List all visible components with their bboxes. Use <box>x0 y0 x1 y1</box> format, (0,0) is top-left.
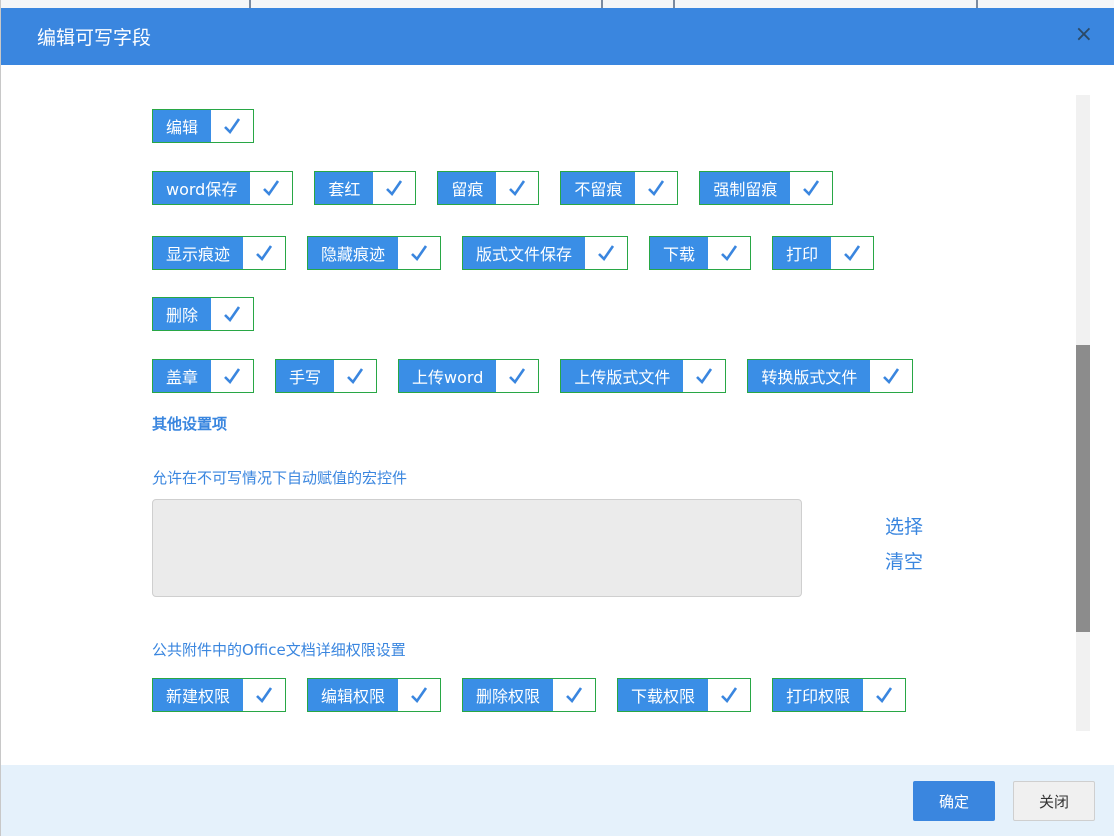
checkbox-label: 显示痕迹 <box>153 237 244 269</box>
close-button[interactable]: 关闭 <box>1013 781 1095 821</box>
checkbox-label: 删除权限 <box>463 679 554 711</box>
dialog-footer: 确定 关闭 <box>1 765 1114 836</box>
checkbox-label: 打印 <box>773 237 832 269</box>
checkbox-label: 打印权限 <box>773 679 864 711</box>
check-icon <box>211 298 254 330</box>
checkbox-row-1: 编辑 <box>152 109 255 143</box>
checkbox-seal[interactable]: 盖章 <box>152 359 255 393</box>
check-icon <box>243 679 286 711</box>
checkbox-delete-permission[interactable]: 删除权限 <box>462 678 597 712</box>
checkbox-label: 隐藏痕迹 <box>308 237 399 269</box>
checkbox-print[interactable]: 打印 <box>772 236 875 270</box>
dialog-header: 编辑可写字段 × <box>1 8 1114 65</box>
checkbox-label: 上传版式文件 <box>561 360 684 392</box>
checkbox-label: 下载权限 <box>618 679 709 711</box>
office-permission-label: 公共附件中的Office文档详细权限设置 <box>152 641 406 659</box>
checkbox-label: 盖章 <box>153 360 212 392</box>
checkbox-edit-permission[interactable]: 编辑权限 <box>307 678 442 712</box>
close-icon[interactable]: × <box>1075 24 1093 46</box>
confirm-button[interactable]: 确定 <box>913 781 995 821</box>
check-icon <box>250 172 293 204</box>
checkbox-row-2: word保存 套红 留痕 不留痕 强制留痕 <box>152 171 834 205</box>
scrollbar-thumb[interactable] <box>1076 345 1090 632</box>
dialog-body: 编辑 word保存 套红 留痕 不留痕 强制留痕 显示痕迹 隐藏痕迹 版式文件保… <box>1 65 1114 765</box>
clear-link[interactable]: 清空 <box>885 547 923 574</box>
checkbox-upload-word[interactable]: 上传word <box>398 359 540 393</box>
check-icon <box>553 679 596 711</box>
edit-writable-fields-dialog: 编辑可写字段 × 编辑 word保存 套红 留痕 不留痕 强制留痕 显示痕迹 隐… <box>0 0 1114 836</box>
checkbox-label: 强制留痕 <box>700 172 791 204</box>
checkbox-red-header[interactable]: 套红 <box>314 171 417 205</box>
checkbox-label: 编辑权限 <box>308 679 399 711</box>
checkbox-hide-trace[interactable]: 隐藏痕迹 <box>307 236 442 270</box>
checkbox-label: 留痕 <box>438 172 497 204</box>
macro-control-label: 允许在不可写情况下自动赋值的宏控件 <box>152 469 408 487</box>
checkbox-new-permission[interactable]: 新建权限 <box>152 678 287 712</box>
check-icon <box>398 237 441 269</box>
checkbox-delete[interactable]: 删除 <box>152 297 255 331</box>
check-icon <box>708 237 751 269</box>
checkbox-keep-trace[interactable]: 留痕 <box>437 171 540 205</box>
check-icon <box>708 679 751 711</box>
background-strip <box>1 0 1114 8</box>
checkbox-row-3: 显示痕迹 隐藏痕迹 版式文件保存 下载 打印 <box>152 236 875 270</box>
checkbox-handwrite[interactable]: 手写 <box>275 359 378 393</box>
check-icon <box>373 172 416 204</box>
checkbox-label: 不留痕 <box>561 172 636 204</box>
check-icon <box>496 360 539 392</box>
checkbox-label: 上传word <box>399 360 497 392</box>
checkbox-edit[interactable]: 编辑 <box>152 109 255 143</box>
check-icon <box>211 360 254 392</box>
checkbox-word-save[interactable]: word保存 <box>152 171 294 205</box>
check-icon <box>863 679 906 711</box>
check-icon <box>496 172 539 204</box>
checkbox-label: 转换版式文件 <box>748 360 871 392</box>
checkbox-label: 编辑 <box>153 110 212 142</box>
check-icon <box>683 360 726 392</box>
check-icon <box>790 172 833 204</box>
checkbox-label: 下载 <box>650 237 709 269</box>
check-icon <box>398 679 441 711</box>
select-link[interactable]: 选择 <box>885 512 923 539</box>
dialog-title: 编辑可写字段 <box>37 27 152 49</box>
checkbox-label: 版式文件保存 <box>463 237 586 269</box>
macro-control-field[interactable] <box>152 499 802 597</box>
checkbox-row-4: 删除 <box>152 297 255 331</box>
checkbox-upload-layout-file[interactable]: 上传版式文件 <box>560 359 727 393</box>
check-icon <box>635 172 678 204</box>
check-icon <box>870 360 913 392</box>
checkbox-label: 套红 <box>315 172 374 204</box>
checkbox-label: 删除 <box>153 298 212 330</box>
checkbox-label: 新建权限 <box>153 679 244 711</box>
check-icon <box>585 237 628 269</box>
checkbox-label: word保存 <box>153 172 251 204</box>
checkbox-force-trace[interactable]: 强制留痕 <box>699 171 834 205</box>
check-icon <box>334 360 377 392</box>
checkbox-download[interactable]: 下载 <box>649 236 752 270</box>
check-icon <box>211 110 254 142</box>
office-permission-row: 新建权限 编辑权限 删除权限 下载权限 打印权限 <box>152 678 907 712</box>
checkbox-layout-file-save[interactable]: 版式文件保存 <box>462 236 629 270</box>
check-icon <box>243 237 286 269</box>
check-icon <box>831 237 874 269</box>
checkbox-label: 手写 <box>276 360 335 392</box>
checkbox-show-trace[interactable]: 显示痕迹 <box>152 236 287 270</box>
other-settings-title: 其他设置项 <box>152 415 228 433</box>
checkbox-convert-layout-file[interactable]: 转换版式文件 <box>747 359 914 393</box>
checkbox-print-permission[interactable]: 打印权限 <box>772 678 907 712</box>
checkbox-download-permission[interactable]: 下载权限 <box>617 678 752 712</box>
checkbox-row-5: 盖章 手写 上传word 上传版式文件 转换版式文件 <box>152 359 914 393</box>
checkbox-no-trace[interactable]: 不留痕 <box>560 171 679 205</box>
